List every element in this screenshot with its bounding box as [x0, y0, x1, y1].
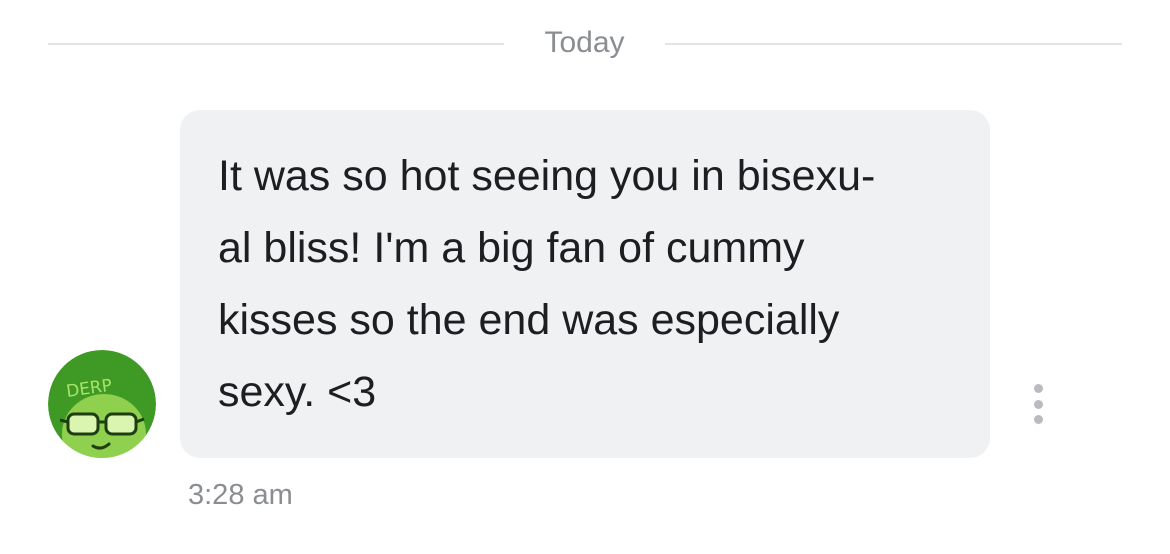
avatar[interactable]: DERP	[48, 350, 156, 458]
date-divider-label: Today	[544, 26, 625, 59]
divider-line-left	[48, 43, 504, 45]
avatar-image: DERP	[48, 350, 156, 458]
message-timestamp: 3:28 am	[188, 479, 293, 511]
divider-line-right	[665, 43, 1122, 45]
dot	[1033, 384, 1043, 393]
more-options-icon[interactable]	[1028, 384, 1048, 424]
dot	[1033, 415, 1043, 424]
message-text: It was so hot seeing you in bisexu- al b…	[218, 152, 876, 416]
dot	[1033, 399, 1043, 409]
date-divider: Today	[48, 18, 1122, 68]
message-bubble[interactable]: It was so hot seeing you in bisexu- al b…	[180, 110, 990, 458]
